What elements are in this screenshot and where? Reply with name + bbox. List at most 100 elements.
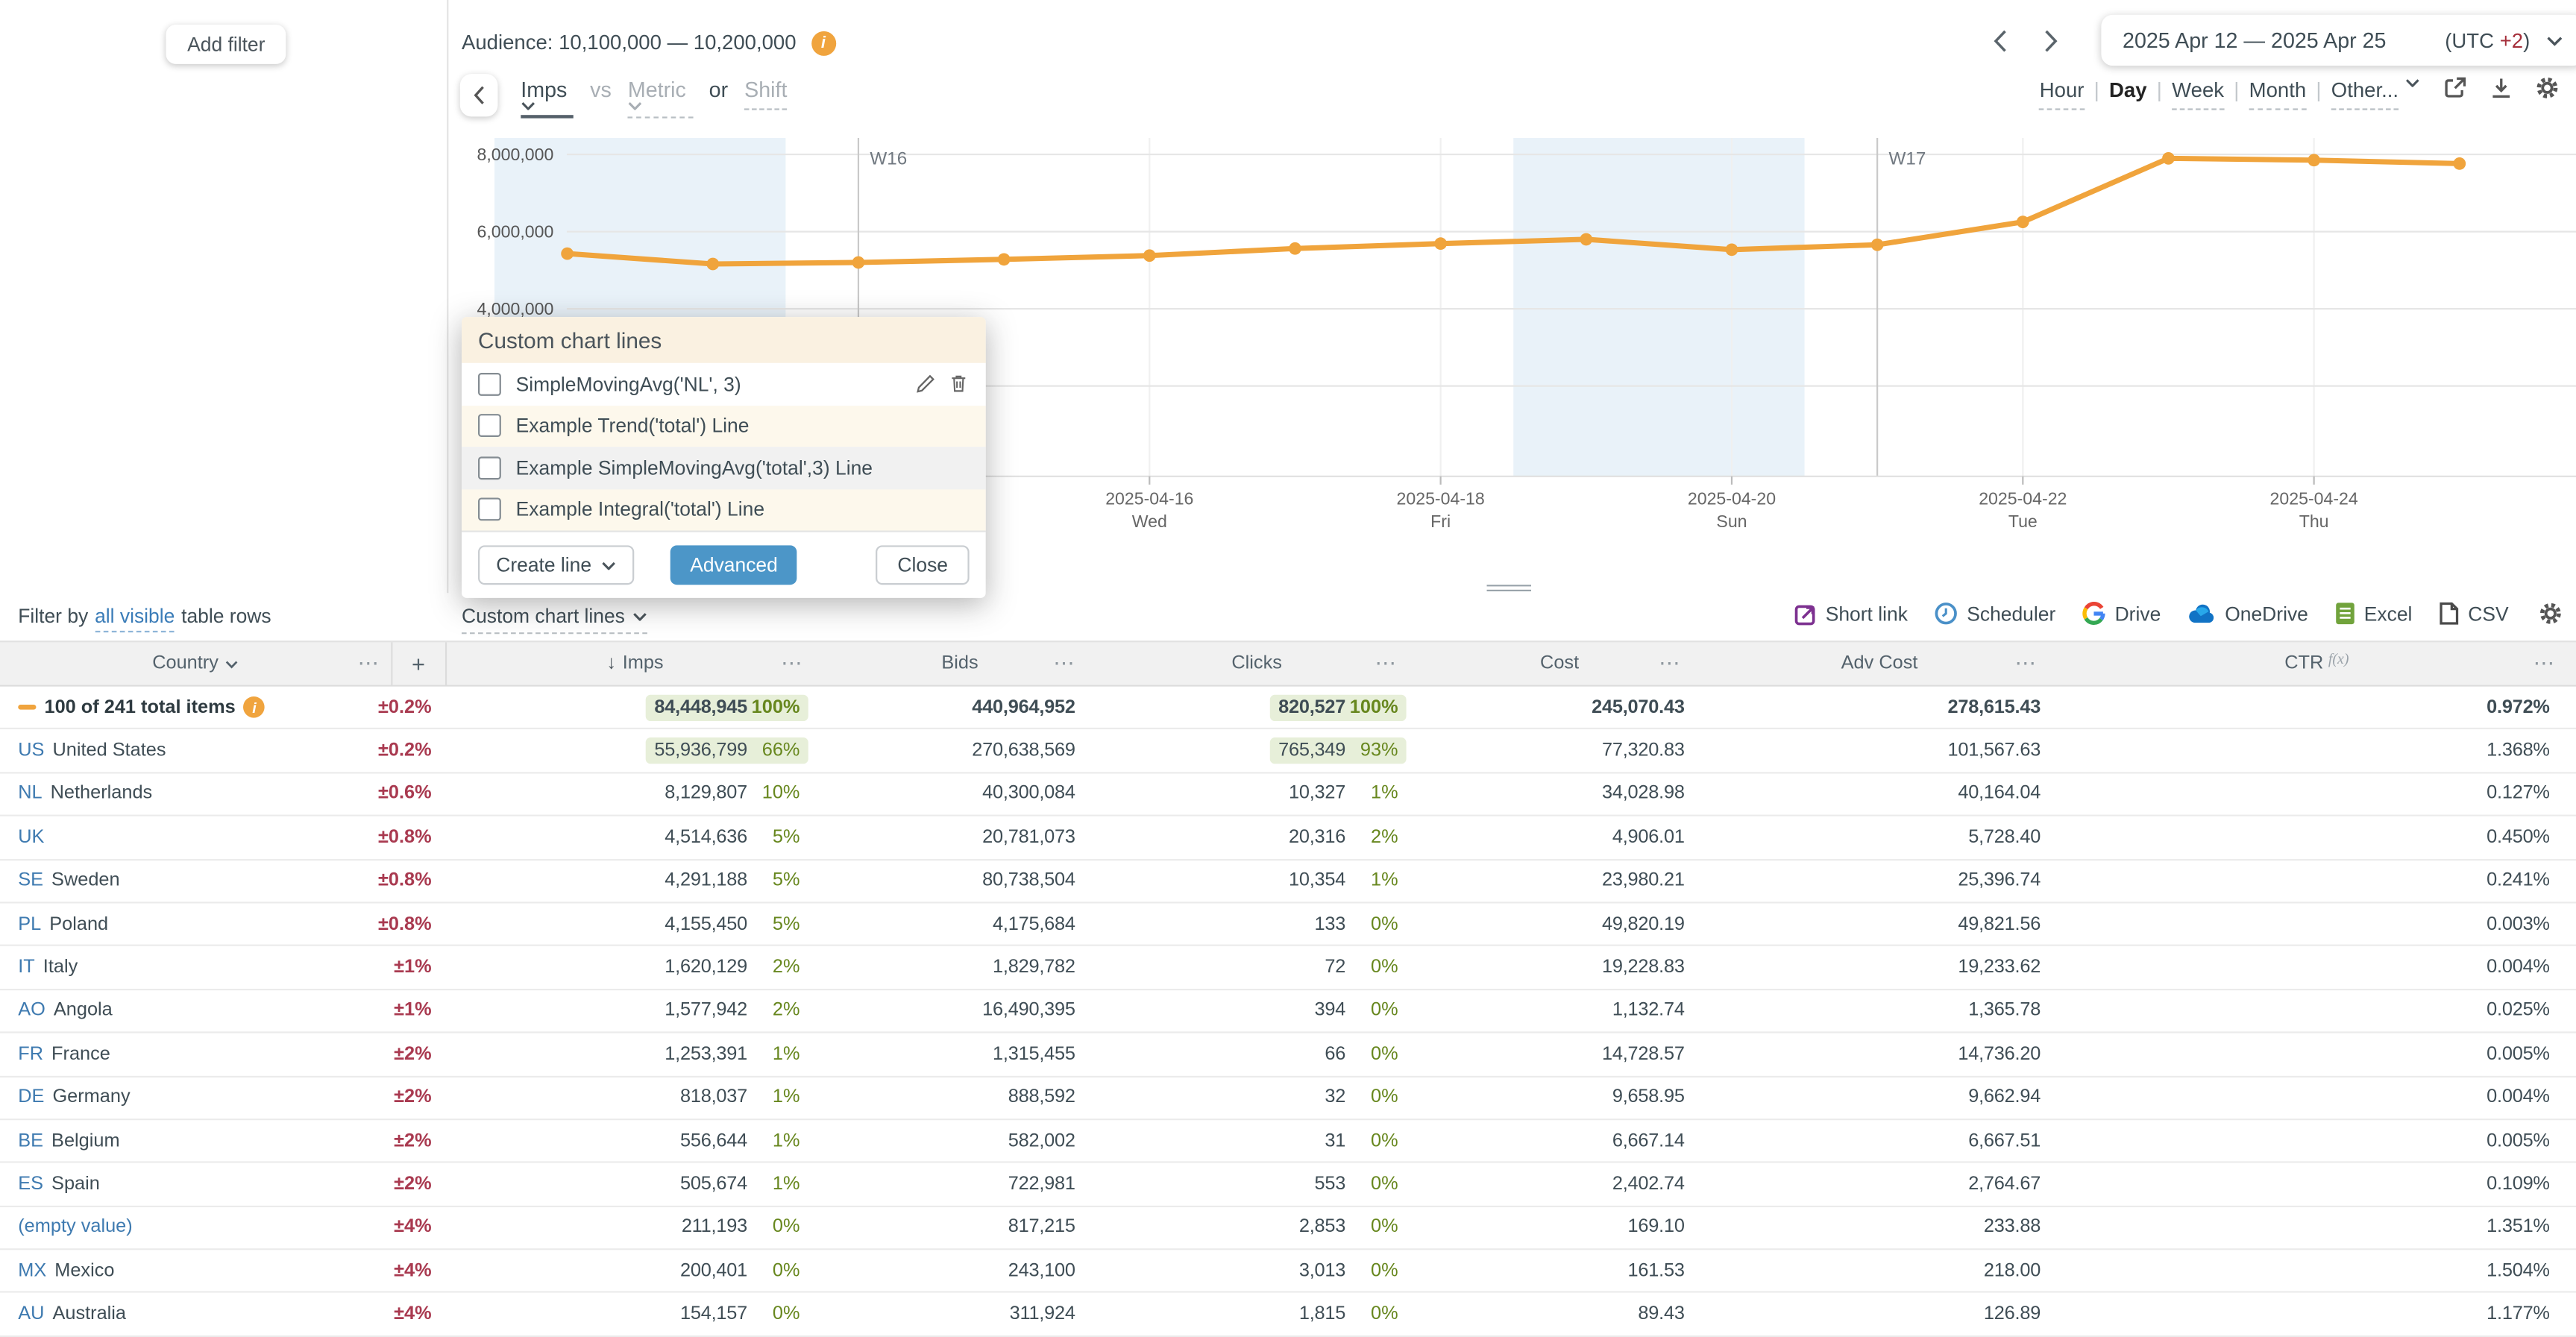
scheduler-button[interactable]: Scheduler <box>1934 601 2055 626</box>
create-line-button[interactable]: Create line <box>478 545 634 585</box>
country-code[interactable]: MX <box>18 1261 46 1280</box>
table-row[interactable]: DEGermany±2%818,0371%888,592320%9,658.95… <box>0 1077 2576 1120</box>
country-code[interactable]: UK <box>18 828 44 847</box>
custom-line-item[interactable]: Example Trend('total') Line <box>462 405 986 447</box>
onedrive-button[interactable]: OneDrive <box>2187 602 2308 625</box>
add-column-button[interactable]: + <box>391 642 447 685</box>
data-point[interactable] <box>998 253 1011 265</box>
table-row[interactable]: BEBelgium±2%556,6441%582,002310%6,667.14… <box>0 1120 2576 1163</box>
country-code[interactable]: PL <box>18 914 41 934</box>
open-in-new-icon[interactable] <box>2443 75 2468 100</box>
granularity-week[interactable]: Week <box>2172 79 2224 110</box>
country-code[interactable]: NL <box>18 784 42 804</box>
column-header-ctr[interactable]: CTRf(x)⋯ <box>2058 642 2576 685</box>
audience-info-icon[interactable]: i <box>811 31 835 55</box>
data-point[interactable] <box>1289 242 1301 255</box>
excel-export-button[interactable]: Excel <box>2334 601 2412 626</box>
column-menu-icon[interactable]: ⋯ <box>1659 650 1682 676</box>
date-range-picker[interactable]: 2025 Apr 12 — 2025 Apr 25 (UTC +2) <box>2101 15 2576 66</box>
custom-line-item[interactable]: Example Integral('total') Line <box>462 488 986 530</box>
table-row[interactable]: FRFrance±2%1,253,3911%1,315,455660%14,72… <box>0 1034 2576 1077</box>
country-code[interactable]: ES <box>18 1174 43 1194</box>
checkbox[interactable] <box>478 372 501 395</box>
checkbox[interactable] <box>478 415 501 438</box>
country-code[interactable]: DE <box>18 1088 44 1107</box>
country-code[interactable]: BE <box>18 1131 43 1151</box>
granularity-month[interactable]: Month <box>2249 79 2307 110</box>
data-point[interactable] <box>561 248 574 260</box>
table-row[interactable]: MXMexico±4%200,4010%243,1003,0130%161.53… <box>0 1251 2576 1294</box>
table-row[interactable]: PLPoland±0.8%4,155,4505%4,175,6841330%49… <box>0 903 2576 946</box>
table-row[interactable]: ITItaly±1%1,620,1292%1,829,782720%19,228… <box>0 947 2576 990</box>
checkbox[interactable] <box>478 498 501 521</box>
advanced-button[interactable]: Advanced <box>670 545 797 585</box>
chart-settings-gear-icon[interactable] <box>2535 75 2560 100</box>
delete-trash-icon[interactable] <box>948 374 970 395</box>
country-name[interactable]: (empty value) <box>18 1218 132 1237</box>
country-code[interactable]: SE <box>18 871 43 890</box>
data-point[interactable] <box>1871 239 1884 251</box>
column-menu-icon[interactable]: ⋯ <box>1375 650 1398 676</box>
collapse-dash-icon[interactable] <box>18 705 36 710</box>
column-menu-icon[interactable]: ⋯ <box>781 650 804 676</box>
granularity-day[interactable]: Day <box>2109 79 2147 102</box>
country-code[interactable]: US <box>18 741 44 761</box>
column-menu-icon[interactable]: ⋯ <box>1053 650 1076 676</box>
column-menu-icon[interactable]: ⋯ <box>2533 650 2557 676</box>
checkbox[interactable] <box>478 456 501 479</box>
data-point[interactable] <box>2453 157 2466 170</box>
next-period-button[interactable] <box>2039 28 2062 54</box>
shift-toggle[interactable]: Shift <box>744 78 787 110</box>
data-point[interactable] <box>706 258 719 271</box>
table-row[interactable]: NLNetherlands±0.6%8,129,80710%40,300,084… <box>0 773 2576 817</box>
table-row[interactable]: SESweden±0.8%4,291,1885%80,738,50410,354… <box>0 860 2576 903</box>
country-code[interactable]: AO <box>18 1001 45 1020</box>
data-point[interactable] <box>1580 233 1592 246</box>
table-row[interactable]: UK±0.8%4,514,6365%20,781,07320,3162%4,90… <box>0 817 2576 860</box>
short-link-button[interactable]: Short link <box>1794 602 1908 625</box>
download-icon[interactable] <box>2489 75 2513 100</box>
table-row[interactable]: AUAustralia±4%154,1570%311,9241,8150%89.… <box>0 1294 2576 1337</box>
table-row[interactable]: USUnited States±0.2%55,936,79966%270,638… <box>0 730 2576 773</box>
secondary-metric-dropdown[interactable]: Metric <box>628 78 693 119</box>
column-menu-icon[interactable]: ⋯ <box>358 650 381 676</box>
column-header-country[interactable]: Country⋯ <box>0 642 391 685</box>
data-point[interactable] <box>852 257 865 269</box>
table-settings-gear-icon[interactable] <box>2538 601 2563 626</box>
column-menu-icon[interactable]: ⋯ <box>2014 650 2038 676</box>
data-point[interactable] <box>2162 152 2175 165</box>
table-row[interactable]: (empty value)±4%211,1930%817,2152,8530%1… <box>0 1207 2576 1250</box>
custom-line-item[interactable]: Example SimpleMovingAvg('total',3) Line <box>462 447 986 488</box>
column-header-clicks[interactable]: Clicks⋯ <box>1096 642 1418 685</box>
country-code[interactable]: IT <box>18 957 35 977</box>
table-row[interactable]: ESSpain±2%505,6741%722,9815530%2,402.742… <box>0 1163 2576 1207</box>
custom-chart-lines-toggle[interactable]: Custom chart lines <box>462 605 648 635</box>
granularity-hour[interactable]: Hour <box>2040 79 2085 110</box>
prev-period-button[interactable] <box>1988 28 2011 54</box>
column-header-bids[interactable]: Bids⋯ <box>823 642 1096 685</box>
totals-info-icon[interactable]: i <box>244 696 266 718</box>
add-filter-button[interactable]: Add filter <box>166 25 286 64</box>
column-header-imps[interactable]: ↓Imps⋯ <box>446 642 823 685</box>
data-point[interactable] <box>2017 216 2029 228</box>
table-row[interactable]: AOAngola±1%1,577,9422%16,490,3953940%1,1… <box>0 990 2576 1034</box>
column-header-adv-cost[interactable]: Adv Cost⋯ <box>1701 642 2057 685</box>
google-drive-button[interactable]: Drive <box>2082 601 2161 626</box>
edit-pencil-icon[interactable] <box>915 374 937 395</box>
country-code[interactable]: AU <box>18 1304 44 1324</box>
chart-back-button[interactable] <box>460 74 498 116</box>
country-code[interactable]: FR <box>18 1045 43 1064</box>
data-point[interactable] <box>1143 249 1156 262</box>
all-visible-link[interactable]: all visible <box>95 605 175 632</box>
table-totals-row[interactable]: 100 of 241 total itemsi±0.2%84,448,94510… <box>0 687 2576 730</box>
data-point[interactable] <box>1434 237 1447 250</box>
column-header-cost[interactable]: Cost⋯ <box>1418 642 1702 685</box>
close-button[interactable]: Close <box>876 545 970 585</box>
csv-export-button[interactable]: CSV <box>2439 601 2509 626</box>
granularity-other[interactable]: Other... <box>2331 79 2398 110</box>
data-point[interactable] <box>1726 243 1738 256</box>
data-point[interactable] <box>2308 154 2320 166</box>
custom-line-item[interactable]: SimpleMovingAvg('NL', 3) <box>462 363 986 405</box>
primary-metric-dropdown[interactable]: Imps <box>521 78 574 119</box>
chart-resize-handle[interactable] <box>1487 580 1531 594</box>
